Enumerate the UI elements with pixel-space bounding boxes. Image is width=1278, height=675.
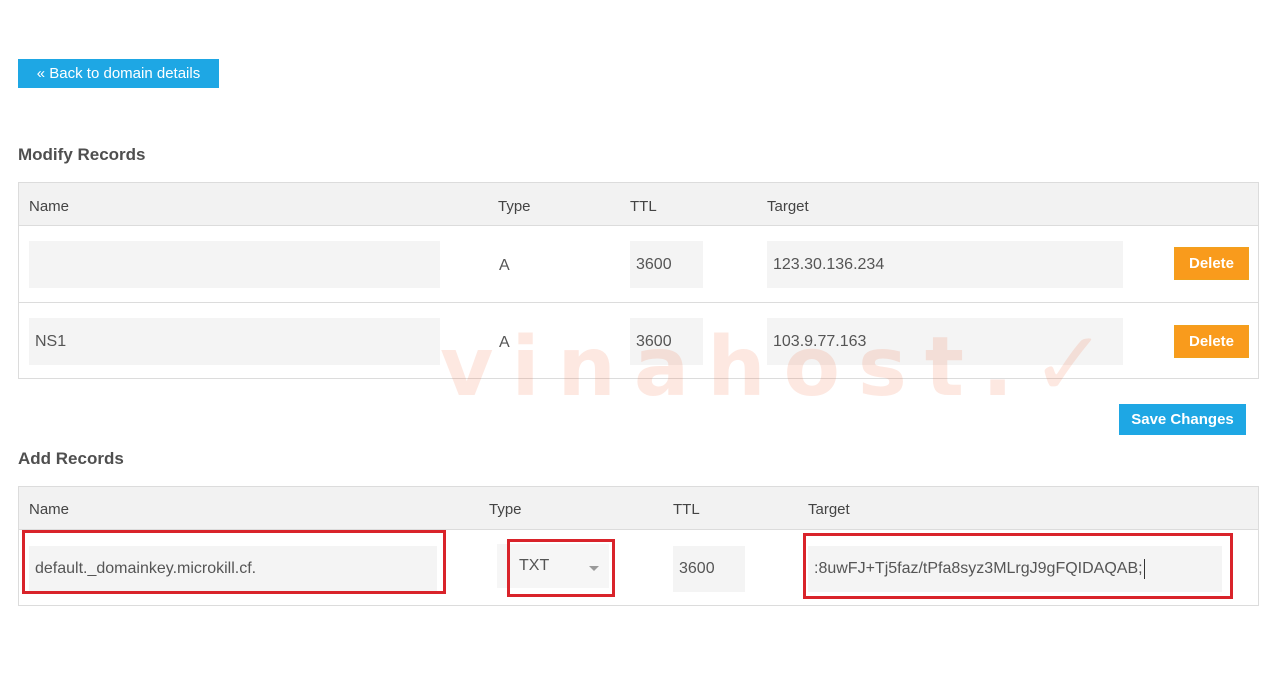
- record-ttl-input[interactable]: 3600: [630, 241, 703, 288]
- column-header-type: Type: [498, 198, 531, 215]
- delete-button[interactable]: Delete: [1174, 325, 1249, 358]
- column-header-ttl: TTL: [673, 501, 700, 518]
- highlight-type-box: [507, 539, 615, 597]
- back-to-domain-details-button[interactable]: « Back to domain details: [18, 59, 219, 88]
- column-header-name: Name: [29, 501, 70, 518]
- column-header-target: Target: [808, 501, 850, 518]
- column-header-target: Target: [767, 198, 809, 215]
- delete-button[interactable]: Delete: [1174, 247, 1249, 280]
- watermark-logo: vinahost.✓: [440, 312, 1125, 417]
- add-records-header: [19, 487, 1258, 530]
- table-row: A 3600 123.30.136.234 Delete: [19, 226, 1258, 302]
- record-name-input[interactable]: [29, 241, 440, 288]
- column-header-ttl: TTL: [630, 198, 657, 215]
- highlight-name-box: [22, 530, 446, 594]
- new-record-ttl-input[interactable]: 3600: [673, 546, 745, 592]
- record-target-input[interactable]: 123.30.136.234: [767, 241, 1123, 288]
- highlight-target-box: [803, 533, 1233, 599]
- column-header-name: Name: [29, 198, 70, 215]
- record-name-input[interactable]: NS1: [29, 318, 440, 365]
- add-records-title: Add Records: [18, 449, 124, 468]
- save-changes-button[interactable]: Save Changes: [1119, 404, 1246, 435]
- record-type-value: A: [499, 257, 510, 274]
- modify-records-title: Modify Records: [18, 145, 146, 164]
- column-header-type: Type: [489, 501, 522, 518]
